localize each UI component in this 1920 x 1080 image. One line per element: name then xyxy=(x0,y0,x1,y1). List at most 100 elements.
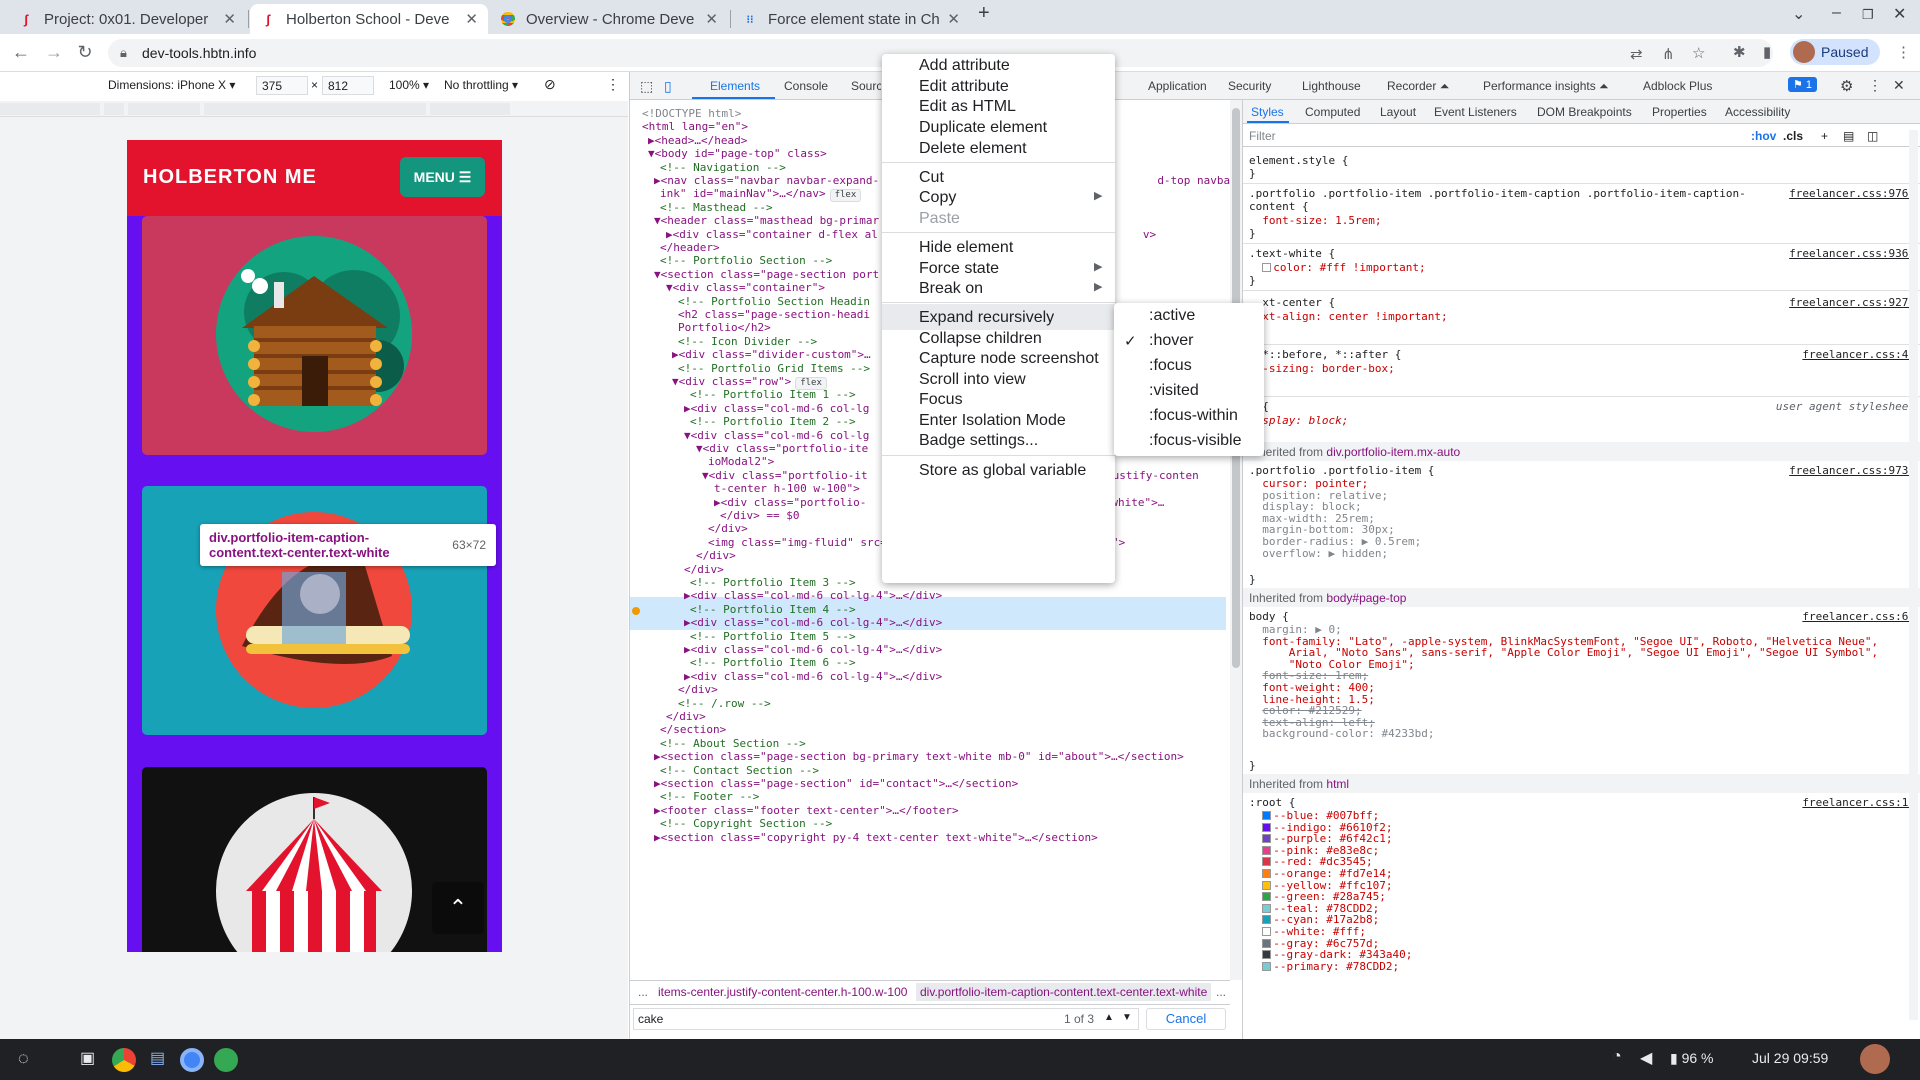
tab-dom-breakpoints[interactable]: DOM Breakpoints xyxy=(1537,105,1632,119)
launcher-icon[interactable]: ◌ xyxy=(18,1048,29,1069)
extensions-puzzle-icon[interactable]: ✱ xyxy=(1733,43,1746,61)
viewport-height-input[interactable]: 812 xyxy=(322,76,374,95)
breadcrumb-item-parent[interactable]: items-center.justify-content-center.h-10… xyxy=(658,985,907,999)
css-declaration[interactable]: background-color: #4233bd; xyxy=(1249,727,1434,741)
menu-item-store-as-global-variable[interactable]: Store as global variable xyxy=(919,462,1086,480)
inherited-element-link[interactable]: html xyxy=(1326,777,1349,791)
menu-item-scroll-into-view[interactable]: Scroll into view xyxy=(919,371,1026,389)
close-icon[interactable]: ✕ xyxy=(223,10,236,28)
share-icon[interactable]: ⋔ xyxy=(1662,45,1675,63)
files-app-icon[interactable]: ▣ xyxy=(80,1048,95,1068)
device-toggle-icon[interactable]: ▯ xyxy=(664,78,672,95)
menu-item-break-on[interactable]: Break on ▶ xyxy=(919,280,1102,298)
color-swatch[interactable] xyxy=(1262,263,1272,272)
color-swatch[interactable] xyxy=(1262,822,1272,832)
chrome-app-icon[interactable] xyxy=(112,1048,136,1072)
color-swatch[interactable] xyxy=(1262,834,1272,844)
forward-arrow-icon[interactable]: → xyxy=(43,42,65,63)
breadcrumb-item-current[interactable]: div.portfolio-item-caption-content.text-… xyxy=(916,983,1212,1001)
customize-menu-icon[interactable]: ⋮ xyxy=(1868,77,1882,94)
tab-project[interactable]: ʃ Project: 0x01. Developer ✕ xyxy=(8,4,246,34)
inherited-element-link[interactable]: body#page-top xyxy=(1326,591,1406,605)
menu-item-paste[interactable]: Paste xyxy=(919,210,960,228)
force-state-hover[interactable]: :hover xyxy=(1149,332,1193,350)
color-swatch[interactable] xyxy=(1262,915,1272,925)
more-options-icon[interactable]: ⋮ xyxy=(606,76,620,93)
rule-source-link[interactable]: freelancer.css:9362 xyxy=(1789,247,1915,260)
force-state-visited[interactable]: :visited xyxy=(1149,382,1199,400)
device-select[interactable]: Dimensions: iPhone X ▾ xyxy=(108,78,235,92)
class-toggle-button[interactable]: .cls xyxy=(1783,129,1803,143)
clock[interactable]: Jul 29 09:59 xyxy=(1752,1050,1828,1066)
rule-source-link[interactable]: freelancer.css:13 xyxy=(1802,796,1915,809)
styles-scrollbar[interactable] xyxy=(1909,130,1918,1020)
tab-recorder[interactable]: Recorder ⏶ xyxy=(1387,79,1449,94)
brand-logo-text[interactable]: HOLBERTON ME xyxy=(143,166,317,189)
menu-item-add-attribute[interactable]: Add attribute xyxy=(919,57,1010,75)
scroll-to-top-button[interactable]: ⌃ xyxy=(432,882,484,934)
css-declaration[interactable]: font-size: 1.5rem; xyxy=(1262,214,1381,227)
rule-source-link[interactable]: freelancer.css:9739 xyxy=(1789,464,1915,477)
css-declaration[interactable]: ox-sizing: border-box; xyxy=(1249,362,1395,375)
menu-item-enter-isolation-mode[interactable]: Enter Isolation Mode xyxy=(919,412,1066,430)
rule-source-link[interactable]: freelancer.css:9762 xyxy=(1789,187,1915,200)
wifi-icon[interactable]: ◔ xyxy=(1612,1048,1622,1066)
flex-badge[interactable]: flex xyxy=(829,189,862,203)
menu-item-edit-as-html[interactable]: Edit as HTML xyxy=(919,98,1016,116)
tab-chrome-devtools-overview[interactable]: Overview - Chrome Deve ✕ xyxy=(490,4,728,34)
tab-sources[interactable]: Sources xyxy=(851,79,881,93)
menu-item-collapse-children[interactable]: Collapse children xyxy=(919,330,1042,348)
menu-item-force-state[interactable]: Force state ▶ xyxy=(919,260,1102,278)
battery-status[interactable]: ▮ 96 % xyxy=(1670,1050,1714,1067)
computed-sidebar-toggle-icon[interactable]: ◫ xyxy=(1867,129,1878,143)
elements-scrollbar[interactable] xyxy=(1230,100,1242,980)
menu-item-capture-node-screenshot[interactable]: Capture node screenshot xyxy=(919,350,1099,368)
breadcrumb-ellipsis[interactable]: ... xyxy=(638,985,648,999)
color-swatch[interactable] xyxy=(1262,961,1272,971)
bookmark-star-icon[interactable]: ☆ xyxy=(1692,44,1705,62)
back-arrow-icon[interactable]: ← xyxy=(10,42,32,63)
user-avatar[interactable] xyxy=(1860,1044,1890,1074)
minimize-icon[interactable]: – xyxy=(1832,4,1841,22)
find-next-icon[interactable]: ▼ xyxy=(1122,1012,1132,1023)
chromium-app-icon[interactable] xyxy=(180,1048,204,1072)
rule-source-link[interactable]: freelancer.css:46 xyxy=(1802,348,1915,361)
color-swatch[interactable] xyxy=(1262,927,1272,936)
close-window-icon[interactable]: ✕ xyxy=(1893,4,1906,24)
css-declaration[interactable]: color: #fff !important; xyxy=(1273,261,1425,274)
rendering-emulation-icon[interactable]: ▤ xyxy=(1843,129,1854,143)
color-swatch[interactable] xyxy=(1262,811,1272,820)
force-state-focus-within[interactable]: :focus-within xyxy=(1149,407,1238,425)
new-style-rule-icon[interactable]: + xyxy=(1821,129,1828,143)
translate-icon[interactable]: ⇄ xyxy=(1630,45,1643,63)
tab-elements[interactable]: Elements xyxy=(710,79,760,93)
force-state-focus[interactable]: :focus xyxy=(1149,357,1192,375)
rotate-disabled-icon[interactable]: ⊘ xyxy=(544,76,556,93)
menu-item-hide-element[interactable]: Hide element xyxy=(919,239,1013,257)
profile-button[interactable]: Paused xyxy=(1790,39,1880,65)
tab-event-listeners[interactable]: Event Listeners xyxy=(1434,105,1517,119)
css-declaration[interactable]: overflow: ▶ hidden; xyxy=(1249,547,1388,561)
openai-app-icon[interactable] xyxy=(214,1048,238,1072)
toggle-element-state-button[interactable]: :hov xyxy=(1751,129,1776,143)
tab-holberton-school[interactable]: ʃ Holberton School - Deve ✕ xyxy=(250,4,488,34)
tab-layout[interactable]: Layout xyxy=(1380,105,1416,119)
tab-lighthouse[interactable]: Lighthouse xyxy=(1302,79,1361,93)
menu-item-delete-element[interactable]: Delete element xyxy=(919,140,1027,158)
dom-line[interactable]: ▶<section class="copyright py-4 text-cen… xyxy=(654,830,1098,847)
close-icon[interactable]: ✕ xyxy=(705,10,718,28)
css-declaration[interactable]: text-align: center !important; xyxy=(1249,310,1448,323)
docs-app-icon[interactable]: ▤ xyxy=(150,1048,165,1068)
tab-properties[interactable]: Properties xyxy=(1652,105,1707,119)
dom-line[interactable]: ▶<div class="col-md-6 col-lg-4">…</div> xyxy=(684,669,942,686)
find-cancel-button[interactable]: Cancel xyxy=(1146,1008,1226,1030)
find-previous-icon[interactable]: ▲ xyxy=(1104,1012,1114,1023)
tab-force-element-state[interactable]: ⁝⁝ Force element state in Ch ✕ xyxy=(732,4,970,34)
color-swatch[interactable] xyxy=(1262,880,1272,890)
force-state-active[interactable]: :active xyxy=(1149,307,1195,325)
tab-adblock-plus[interactable]: Adblock Plus xyxy=(1643,79,1712,93)
tab-performance-insights[interactable]: Performance insights ⏶ xyxy=(1483,79,1609,94)
throttling-select[interactable]: No throttling ▾ xyxy=(444,78,518,92)
color-swatch[interactable] xyxy=(1262,903,1272,913)
menu-item-copy[interactable]: Copy ▶ xyxy=(919,189,1102,207)
